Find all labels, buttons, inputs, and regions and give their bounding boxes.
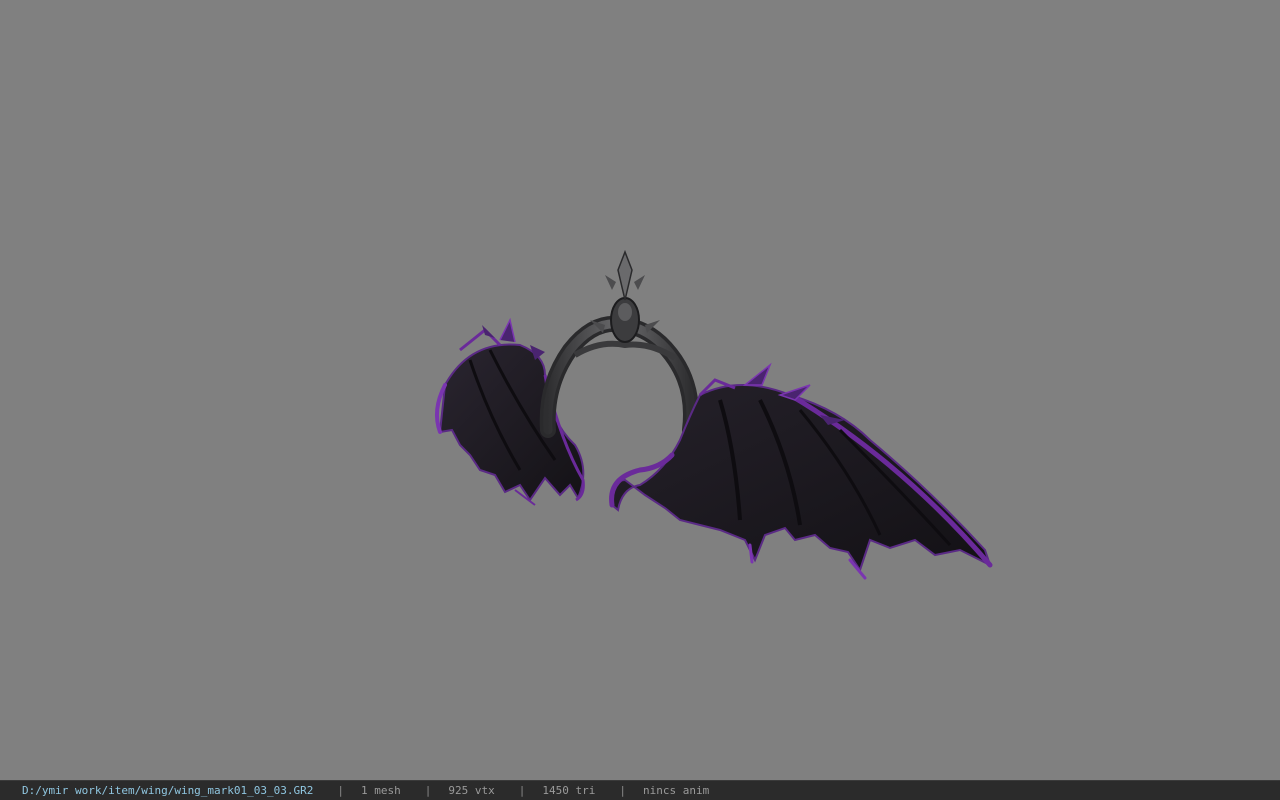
animation-status: nincs anim (643, 784, 710, 797)
right-wing (609, 362, 993, 580)
wing-model[interactable] (0, 0, 1280, 780)
separator: | (518, 784, 526, 797)
file-path: D:/ymir work/item/wing/wing_mark01_03_03… (22, 784, 314, 797)
separator: | (619, 784, 626, 797)
separator: | (337, 784, 345, 797)
left-wing (434, 317, 585, 506)
mesh-count: 1 mesh (361, 784, 401, 797)
vertex-count: 925 vtx (448, 784, 495, 797)
separator: | (424, 784, 432, 797)
wing-frame (539, 249, 699, 438)
3d-viewport[interactable] (0, 0, 1280, 780)
status-bar: D:/ymir work/item/wing/wing_mark01_03_03… (0, 780, 1280, 800)
triangle-count: 1450 tri (542, 784, 596, 797)
